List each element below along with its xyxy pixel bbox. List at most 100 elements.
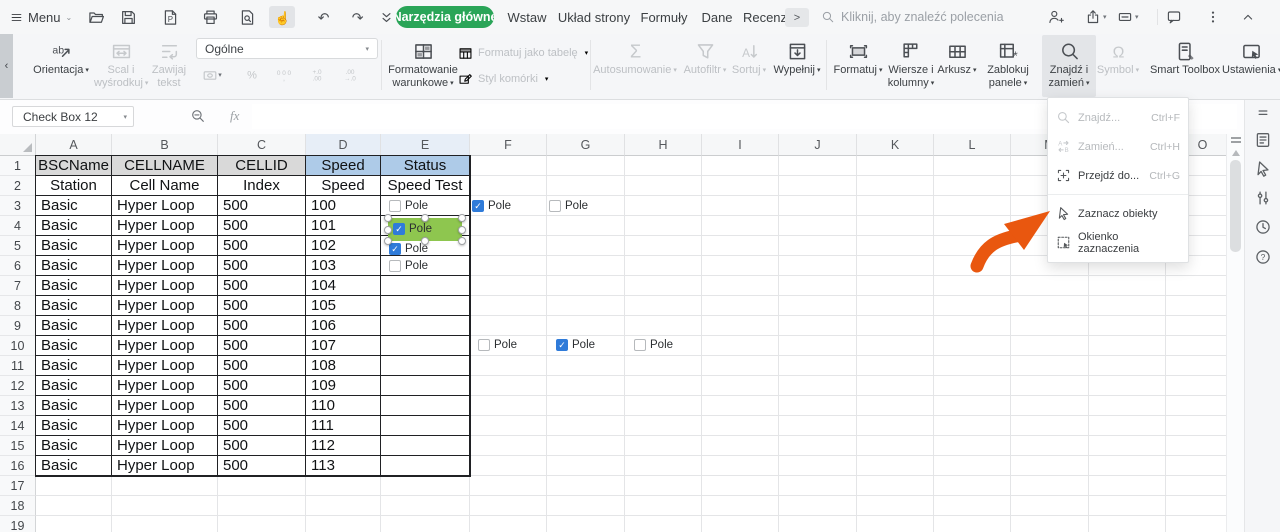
checkbox-H10[interactable]: Pole	[634, 338, 673, 352]
cell-H13[interactable]	[625, 396, 702, 416]
cell-B4[interactable]: Hyper Loop	[112, 216, 218, 236]
invite-user-button[interactable]	[1048, 5, 1064, 29]
cell-A14[interactable]: Basic	[36, 416, 112, 436]
column-header-H[interactable]: H	[625, 134, 702, 156]
cell-C2[interactable]: Index	[218, 176, 306, 196]
ribbon-settings-button[interactable]: Ustawienia▾	[1222, 35, 1280, 97]
cell-N12[interactable]	[1089, 376, 1166, 396]
cell-I13[interactable]	[702, 396, 779, 416]
checkbox-F10[interactable]: Pole	[478, 338, 517, 352]
checkbox-G3[interactable]: Pole	[549, 199, 588, 213]
cell-J3[interactable]	[779, 196, 857, 216]
column-header-F[interactable]: F	[470, 134, 547, 156]
cell-M14[interactable]	[1011, 416, 1089, 436]
cell-M16[interactable]	[1011, 456, 1089, 476]
cell-G13[interactable]	[547, 396, 625, 416]
cell-F6[interactable]	[470, 256, 547, 276]
command-search[interactable]: Kliknij, aby znaleźć polecenia	[821, 0, 1004, 34]
tab-wstaw[interactable]: Wstaw	[503, 0, 551, 34]
save-button[interactable]	[115, 6, 141, 28]
cell-L4[interactable]	[934, 216, 1011, 236]
cell-M18[interactable]	[1011, 496, 1089, 516]
cell-A8[interactable]: Basic	[36, 296, 112, 316]
cell-E9[interactable]	[381, 316, 470, 336]
ribbon-conditional-formatting-button[interactable]: Formatowaniewarunkowe▾	[383, 35, 463, 97]
cell-B1[interactable]: CELLNAME	[112, 156, 218, 176]
cell-C5[interactable]: 500	[218, 236, 306, 256]
share-button[interactable]: ▾	[1085, 5, 1107, 29]
cell-O13[interactable]	[1166, 396, 1226, 416]
cell-H6[interactable]	[625, 256, 702, 276]
cell-G6[interactable]	[547, 256, 625, 276]
cell-M9[interactable]	[1011, 316, 1089, 336]
row-header-8[interactable]: 8	[0, 296, 36, 316]
open-file-button[interactable]	[83, 6, 109, 28]
ribbon-autosum-button[interactable]: ΣAutosumowanie▾	[592, 35, 678, 97]
collapse-sidebar-button[interactable]: ‹	[0, 34, 13, 98]
cell-D13[interactable]: 110	[306, 396, 381, 416]
cell-B12[interactable]: Hyper Loop	[112, 376, 218, 396]
cell-E2[interactable]: Speed Test	[381, 176, 470, 196]
cell-L16[interactable]	[934, 456, 1011, 476]
cell-B10[interactable]: Hyper Loop	[112, 336, 218, 356]
ribbon-merge-center-button[interactable]: Scal iwyśrodkuj▾	[94, 35, 148, 97]
cell-A10[interactable]: Basic	[36, 336, 112, 356]
cell-M7[interactable]	[1011, 276, 1089, 296]
cell-F13[interactable]	[470, 396, 547, 416]
history-button[interactable]	[1254, 218, 1272, 241]
cell-I10[interactable]	[702, 336, 779, 356]
cell-K8[interactable]	[857, 296, 934, 316]
cell-I1[interactable]	[702, 156, 779, 176]
row-header-11[interactable]: 11	[0, 356, 36, 376]
cell-H18[interactable]	[625, 496, 702, 516]
cell-F5[interactable]	[470, 236, 547, 256]
cell-F18[interactable]	[470, 496, 547, 516]
cell-C11[interactable]: 500	[218, 356, 306, 376]
menu-item-okienko-zaznaczenia[interactable]: Okienko zaznaczenia	[1048, 228, 1188, 257]
cell-H12[interactable]	[625, 376, 702, 396]
cell-A6[interactable]: Basic	[36, 256, 112, 276]
cell-L2[interactable]	[934, 176, 1011, 196]
cell-K6[interactable]	[857, 256, 934, 276]
increase-decimal-button[interactable]: +.0.00	[299, 62, 335, 88]
cell-B15[interactable]: Hyper Loop	[112, 436, 218, 456]
selection-handle[interactable]	[421, 237, 429, 245]
cell-L1[interactable]	[934, 156, 1011, 176]
tab-formuly[interactable]: Formuły	[638, 0, 690, 34]
cell-D12[interactable]: 109	[306, 376, 381, 396]
cell-D3[interactable]: 100	[306, 196, 381, 216]
selection-handle[interactable]	[384, 237, 392, 245]
cell-J4[interactable]	[779, 216, 857, 236]
cell-G11[interactable]	[547, 356, 625, 376]
cell-N10[interactable]	[1089, 336, 1166, 356]
main-menu-button[interactable]: Menu ⌄	[10, 0, 72, 34]
cell-I7[interactable]	[702, 276, 779, 296]
cell-N9[interactable]	[1089, 316, 1166, 336]
cell-H14[interactable]	[625, 416, 702, 436]
ribbon-fill-button[interactable]: Wypełnij▾	[770, 35, 824, 97]
cell-F9[interactable]	[470, 316, 547, 336]
cell-I4[interactable]	[702, 216, 779, 236]
cell-E14[interactable]	[381, 416, 470, 436]
cell-H8[interactable]	[625, 296, 702, 316]
cell-A18[interactable]	[36, 496, 112, 516]
ribbon-wrap-text-button[interactable]: Zawijajtekst	[146, 35, 192, 97]
cell-I2[interactable]	[702, 176, 779, 196]
cell-A1[interactable]: BSCName	[36, 156, 112, 176]
cell-H2[interactable]	[625, 176, 702, 196]
cell-I12[interactable]	[702, 376, 779, 396]
cell-B9[interactable]: Hyper Loop	[112, 316, 218, 336]
column-header-B[interactable]: B	[112, 134, 218, 156]
cell-N18[interactable]	[1089, 496, 1166, 516]
cell-D16[interactable]: 113	[306, 456, 381, 476]
cell-F16[interactable]	[470, 456, 547, 476]
cell-C12[interactable]: 500	[218, 376, 306, 396]
cell-L12[interactable]	[934, 376, 1011, 396]
checkbox-box-icon[interactable]	[634, 339, 646, 351]
cell-C9[interactable]: 500	[218, 316, 306, 336]
checkbox-E3[interactable]: Pole	[389, 199, 428, 213]
fx-icon[interactable]: fx	[230, 108, 239, 124]
cell-C13[interactable]: 500	[218, 396, 306, 416]
cell-I14[interactable]	[702, 416, 779, 436]
split-handle-icon[interactable]	[1231, 141, 1241, 143]
